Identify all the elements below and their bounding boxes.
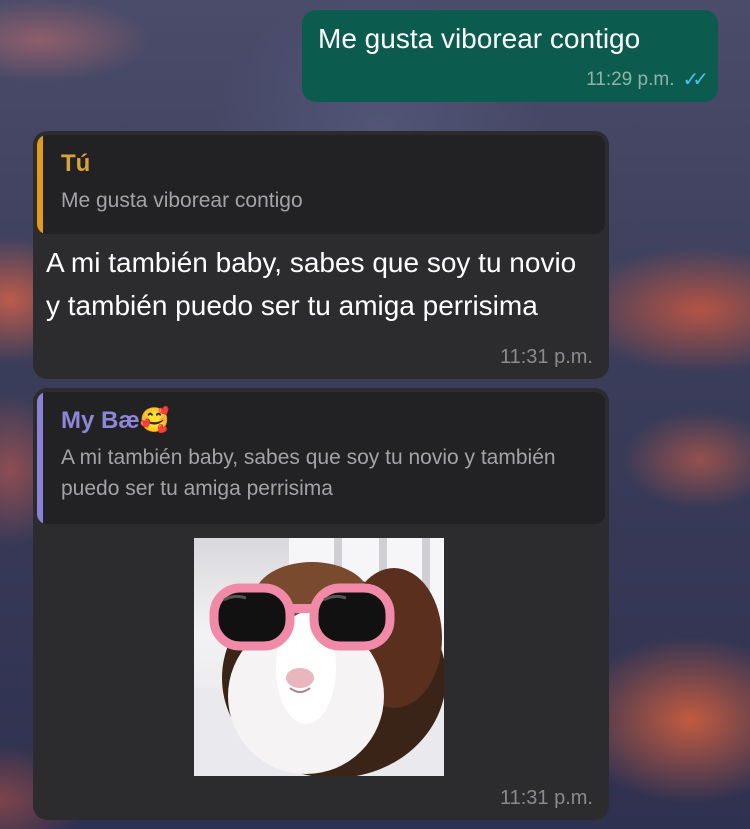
reply-author: My Bæ🥰 bbox=[61, 407, 170, 434]
guinea-pig-icon bbox=[194, 538, 444, 776]
incoming-message-bubble[interactable]: Tú Me gusta viborear contigo A mi tambié… bbox=[33, 131, 609, 379]
outgoing-message-bubble[interactable]: Me gusta viborear contigo 11:29 p.m. ✓✓ bbox=[302, 10, 718, 102]
message-meta: 11:29 p.m. ✓✓ bbox=[586, 67, 709, 92]
read-receipt-icon: ✓✓ bbox=[682, 69, 708, 91]
reply-accent-bar bbox=[37, 135, 43, 234]
message-time: 11:31 p.m. bbox=[499, 346, 593, 368]
reply-author: Tú bbox=[61, 150, 91, 177]
quoted-reply[interactable]: Tú Me gusta viborear contigo bbox=[37, 135, 605, 234]
reply-quote-text: A mi también baby, sabes que soy tu novi… bbox=[61, 446, 556, 500]
reply-accent-bar bbox=[37, 392, 43, 524]
message-time: 11:29 p.m. bbox=[586, 68, 675, 90]
reply-quote-text: Me gusta viborear contigo bbox=[61, 189, 303, 212]
incoming-sticker-bubble[interactable]: My Bæ🥰 A mi también baby, sabes que soy … bbox=[33, 388, 609, 820]
quoted-reply[interactable]: My Bæ🥰 A mi también baby, sabes que soy … bbox=[37, 392, 605, 524]
message-time: 11:31 p.m. bbox=[499, 787, 593, 809]
message-text: Me gusta viborear contigo bbox=[318, 23, 641, 54]
message-text: A mi también baby, sabes que soy tu novi… bbox=[46, 247, 577, 321]
guinea-pig-sticker[interactable] bbox=[194, 538, 444, 776]
